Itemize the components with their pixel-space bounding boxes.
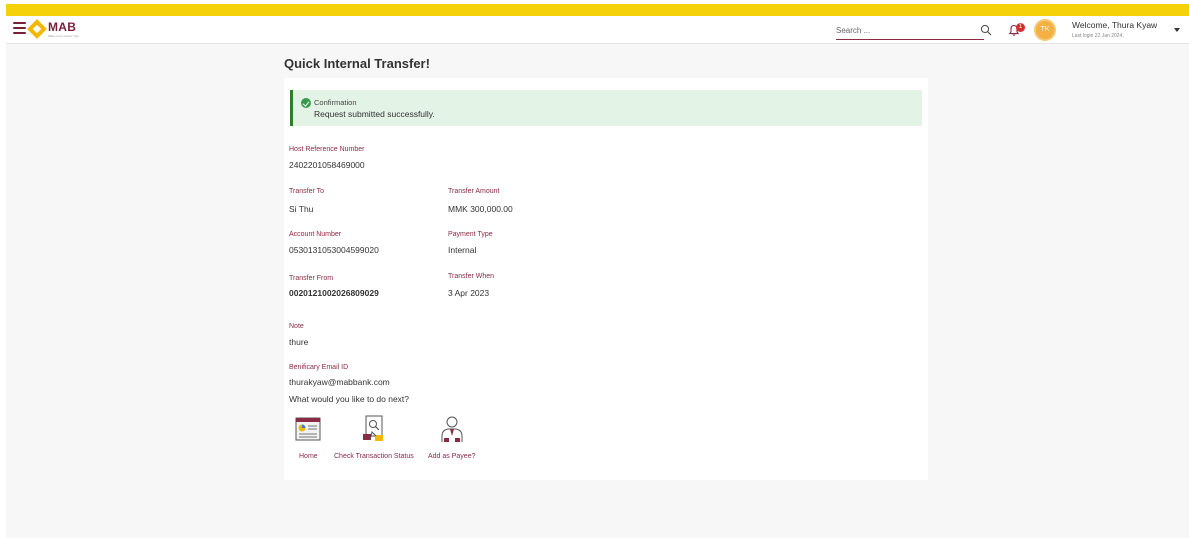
home-action[interactable]: Home	[284, 414, 334, 464]
header: MAB Make every action Your 1 TK Welcome,…	[6, 16, 1189, 44]
confirmation-card: Confirmation Request submitted successfu…	[284, 78, 928, 480]
avatar[interactable]: TK	[1034, 19, 1056, 41]
search-input[interactable]	[836, 21, 966, 40]
account-number-label: Account Number	[289, 231, 342, 238]
notification-count-badge: 1	[1016, 23, 1025, 32]
transfer-from-label: Transfer From	[289, 275, 334, 282]
alert-title: Confirmation	[314, 98, 357, 107]
host-reference-value: 2402201058469000	[289, 160, 365, 170]
payment-type-label: Payment Type	[448, 231, 493, 238]
transfer-from-value: 0020121002026809029	[289, 288, 379, 298]
search-icon[interactable]	[980, 24, 992, 36]
logo-tagline: Make every action Your	[48, 34, 80, 38]
app-frame: MAB Make every action Your 1 TK Welcome,…	[6, 4, 1189, 538]
home-action-label: Home	[299, 453, 318, 460]
check-transaction-status-action[interactable]: Check Transaction Status	[334, 414, 424, 464]
transfer-amount-label: Transfer Amount	[448, 188, 500, 195]
transfer-to-value: Si Thu	[289, 204, 314, 214]
user-menu-chevron-down-icon[interactable]	[1174, 28, 1180, 32]
alert-message: Request submitted successfully.	[314, 109, 435, 119]
last-login-text: Last login 22 Jan 2024,	[1072, 33, 1124, 39]
home-dashboard-icon	[295, 417, 321, 441]
page-title: Quick Internal Transfer!	[284, 56, 430, 71]
transaction-status-icon	[363, 415, 383, 441]
note-value: thure	[289, 337, 309, 347]
add-as-payee-action[interactable]: Add as Payee?	[424, 414, 484, 464]
welcome-text[interactable]: Welcome, Thura Kyaw	[1072, 20, 1157, 30]
logo-diamond-icon	[27, 19, 47, 39]
beneficiary-email-value: thurakyaw@mabbank.com	[289, 377, 390, 387]
add-payee-icon	[441, 416, 463, 442]
hamburger-menu-icon[interactable]	[13, 22, 26, 34]
note-label: Note	[289, 323, 304, 330]
next-steps-question: What would you like to do next?	[289, 394, 410, 404]
transfer-amount-value: MMK 300,000.00	[448, 204, 513, 214]
transfer-when-value: 3 Apr 2023	[448, 288, 490, 298]
payment-type-value: Internal	[448, 245, 477, 255]
search-box	[836, 20, 984, 40]
host-reference-label: Host Reference Number	[289, 146, 365, 153]
add-as-payee-label: Add as Payee?	[428, 453, 476, 460]
transfer-when-label: Transfer When	[448, 273, 495, 280]
notifications-bell-icon[interactable]: 1	[1008, 23, 1025, 38]
check-transaction-status-label: Check Transaction Status	[334, 453, 414, 460]
account-number-value: 0530131053004599020	[289, 245, 379, 255]
top-accent-bar	[6, 4, 1189, 16]
logo-text: MAB	[48, 20, 77, 34]
check-circle-icon	[301, 98, 311, 108]
transfer-to-label: Transfer To	[289, 188, 325, 195]
beneficiary-email-label: Benificary Email ID	[289, 364, 349, 371]
success-alert: Confirmation Request submitted successfu…	[290, 90, 922, 126]
